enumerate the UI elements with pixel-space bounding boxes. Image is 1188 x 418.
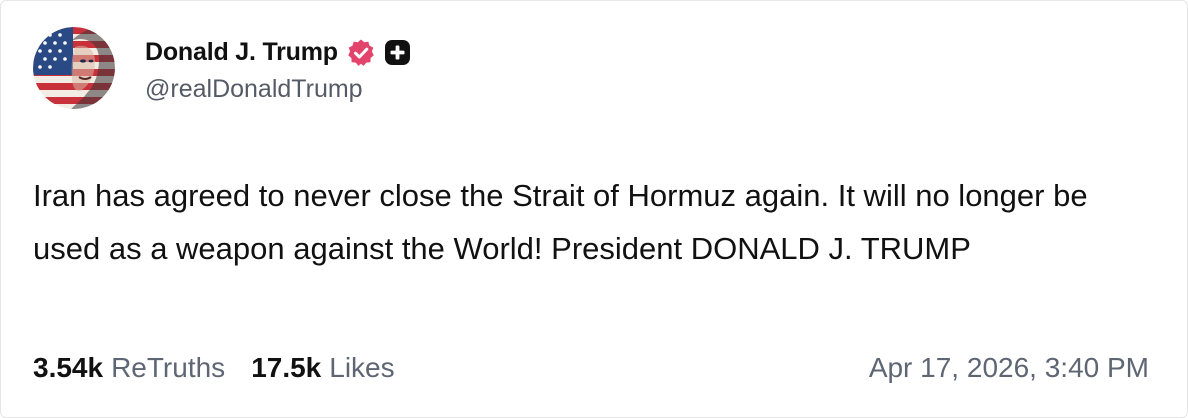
verified-check-badge-icon [348,39,374,66]
post-body-text: Iran has agreed to never close the Strai… [33,178,1088,266]
author-name-row: Donald J. Trump [145,33,411,73]
retruths-count: 3.54k [33,352,104,383]
retruths-stat[interactable]: 3.54k ReTruths [33,352,225,384]
retruths-label: ReTruths [111,352,226,383]
author-display-name[interactable]: Donald J. Trump [145,38,338,67]
likes-label: Likes [329,352,395,383]
author-handle[interactable]: @realDonaldTrump [145,75,411,104]
post-header: Donald J. Trump @realDonaldTrump [33,27,411,109]
post-timestamp[interactable]: Apr 17, 2026, 3:40 PM [869,352,1149,384]
likes-stat[interactable]: 17.5k Likes [251,352,394,384]
plus-badge-icon [384,40,410,65]
post-card: Donald J. Trump @realDonaldTrump Iran ha… [0,0,1188,418]
post-footer: 3.54k ReTruths 17.5k Likes Apr 17, 2026,… [33,352,1149,384]
avatar[interactable] [33,27,115,109]
author-identity: Donald J. Trump @realDonaldTrump [145,33,411,104]
likes-count: 17.5k [251,352,322,383]
